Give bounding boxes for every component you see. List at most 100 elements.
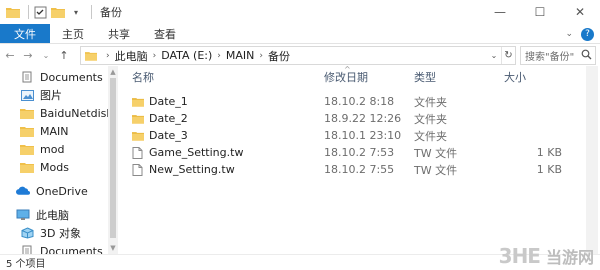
file-row[interactable]: Date_3 18.10.1 23:10 文件夹 — [122, 127, 562, 144]
file-name: Game_Setting.tw — [149, 146, 244, 159]
help-icon[interactable]: ? — [581, 27, 594, 41]
address-bar[interactable]: › 此电脑 › DATA (E:) › MAIN › 备份 ⌄ ↻ — [80, 46, 516, 65]
file-row[interactable]: Game_Setting.tw 18.10.2 7:53 TW 文件 1 KB — [122, 144, 562, 161]
chevron-right-icon[interactable]: › — [217, 51, 221, 61]
chevron-right-icon: › — [106, 50, 110, 61]
file-type: 文件夹 — [414, 95, 447, 109]
tab-home[interactable]: 主页 — [50, 24, 96, 43]
file-name-cell: Date_2 — [132, 110, 188, 127]
folder-icon — [132, 96, 144, 108]
file-type: 文件夹 — [414, 129, 447, 143]
nav-item-this-pc[interactable]: 此电脑 — [16, 206, 69, 224]
file-type: TW 文件 — [414, 146, 458, 160]
navigation-bar: ← → ⌄ ↑ › 此电脑 › DATA (E:) › MAIN › 备份 ⌄ … — [0, 44, 600, 66]
close-button[interactable]: ✕ — [560, 0, 600, 24]
address-dropdown-icon[interactable]: ⌄ — [487, 47, 501, 64]
documents-icon — [20, 245, 34, 254]
column-header-name[interactable]: 名称 — [132, 68, 154, 86]
file-name: Date_1 — [149, 95, 188, 108]
nav-item-onedrive[interactable]: OneDrive — [16, 182, 88, 200]
pictures-icon — [20, 89, 34, 101]
chevron-right-icon[interactable]: › — [153, 51, 157, 61]
refresh-button[interactable]: ↻ — [501, 47, 515, 64]
scroll-up-icon[interactable]: ▲ — [108, 67, 118, 77]
divider — [91, 5, 92, 19]
file-date: 18.10.2 8:18 — [324, 95, 395, 108]
address-actions: ⌄ ↻ — [487, 47, 515, 64]
folder-icon — [6, 5, 20, 19]
column-header-type[interactable]: 类型 — [414, 68, 436, 86]
column-header-date[interactable]: 修改日期 — [324, 68, 368, 86]
breadcrumb-backup[interactable]: 备份 — [268, 48, 290, 64]
nav-item-3d-objects[interactable]: 3D 对象 — [20, 224, 81, 242]
properties-icon[interactable] — [33, 5, 47, 19]
nav-item-label: Mods — [40, 160, 69, 174]
ribbon-controls: ⌄ ? — [565, 24, 594, 44]
column-header-size[interactable]: 大小 — [504, 68, 526, 86]
file-row[interactable]: Date_1 18.10.2 8:18 文件夹 — [122, 93, 562, 110]
watermark-logo: 3HE — [498, 244, 541, 268]
nav-item-main[interactable]: MAIN — [20, 122, 69, 140]
breadcrumb-main[interactable]: MAIN — [226, 49, 255, 62]
documents-icon — [20, 71, 34, 83]
chevron-right-icon[interactable]: › — [259, 51, 263, 61]
tab-file[interactable]: 文件 — [0, 24, 50, 43]
file-name: Date_3 — [149, 129, 188, 142]
scrollbar-thumb[interactable] — [110, 78, 116, 238]
nav-item-mods[interactable]: Mods — [20, 158, 69, 176]
file-type: 文件夹 — [414, 112, 447, 126]
nav-item-label: MAIN — [40, 124, 69, 138]
watermark: 3HE 当游网 — [499, 244, 594, 268]
file-list: ^ 名称 修改日期 类型 大小 Date_1 18.10.2 8:18 文件夹 … — [122, 65, 592, 254]
nav-item-label: 3D 对象 — [40, 227, 81, 240]
file-name: New_Setting.tw — [149, 163, 235, 176]
up-button[interactable]: ↑ — [56, 45, 72, 65]
navigation-scrollbar[interactable]: ▲ ▼ — [108, 66, 118, 254]
file-row[interactable]: Date_2 18.9.22 12:26 文件夹 — [122, 110, 562, 127]
search-icon[interactable] — [581, 49, 592, 63]
nav-item-label: Documents — [40, 244, 103, 255]
expand-ribbon-icon[interactable]: ⌄ — [565, 29, 573, 39]
search-input[interactable]: 搜索"备份" — [520, 46, 596, 65]
tab-share[interactable]: 共享 — [96, 24, 142, 43]
tab-view[interactable]: 查看 — [142, 24, 188, 43]
nav-item-mod[interactable]: mod — [20, 140, 64, 158]
file-size — [524, 110, 562, 127]
file-name: Date_2 — [149, 112, 188, 125]
minimize-button[interactable]: — — [480, 0, 520, 24]
forward-button[interactable]: → — [20, 45, 36, 65]
recent-locations-icon[interactable]: ⌄ — [38, 45, 54, 65]
nav-item-documents[interactable]: Documents 📌 — [20, 68, 118, 86]
file-size: 1 KB — [536, 163, 562, 176]
nav-item-label: OneDrive — [36, 184, 88, 198]
nav-item-pictures[interactable]: 图片 📌 — [20, 86, 118, 104]
back-button[interactable]: ← — [2, 45, 18, 65]
file-list-scrollbar[interactable] — [586, 66, 598, 254]
folder-icon — [132, 113, 144, 125]
window-title: 备份 — [100, 6, 122, 19]
onedrive-icon — [16, 185, 30, 197]
file-row[interactable]: New_Setting.tw 18.10.2 7:55 TW 文件 1 KB — [122, 161, 562, 178]
file-name-cell: Date_1 — [132, 93, 188, 110]
file-date: 18.10.2 7:55 — [324, 163, 395, 176]
document-file-icon — [132, 146, 144, 159]
file-name-cell: Game_Setting.tw — [132, 144, 243, 161]
folder-icon — [20, 107, 34, 119]
nav-item-documents-2[interactable]: Documents — [20, 242, 103, 254]
nav-item-label: 图片 — [40, 89, 62, 102]
file-date: 18.10.2 7:53 — [324, 146, 395, 159]
new-folder-icon[interactable] — [51, 5, 65, 19]
folder-icon — [132, 130, 144, 142]
file-size — [524, 93, 562, 110]
maximize-button[interactable]: ☐ — [520, 0, 560, 24]
divider — [28, 5, 29, 19]
nav-item-baidunetdisk[interactable]: BaiduNetdiskDo — [20, 104, 118, 122]
customize-toolbar-icon[interactable]: ▾ — [69, 5, 83, 19]
document-file-icon — [132, 163, 144, 176]
breadcrumb-drive[interactable]: DATA (E:) — [161, 49, 212, 62]
scroll-down-icon[interactable]: ▼ — [108, 243, 118, 253]
breadcrumb-this-pc[interactable]: 此电脑 — [115, 48, 148, 64]
file-name-cell: New_Setting.tw — [132, 161, 235, 178]
ribbon-tabs: 文件 主页 共享 查看 ⌄ ? — [0, 24, 600, 44]
quick-access-toolbar: ▾ — [0, 0, 96, 24]
